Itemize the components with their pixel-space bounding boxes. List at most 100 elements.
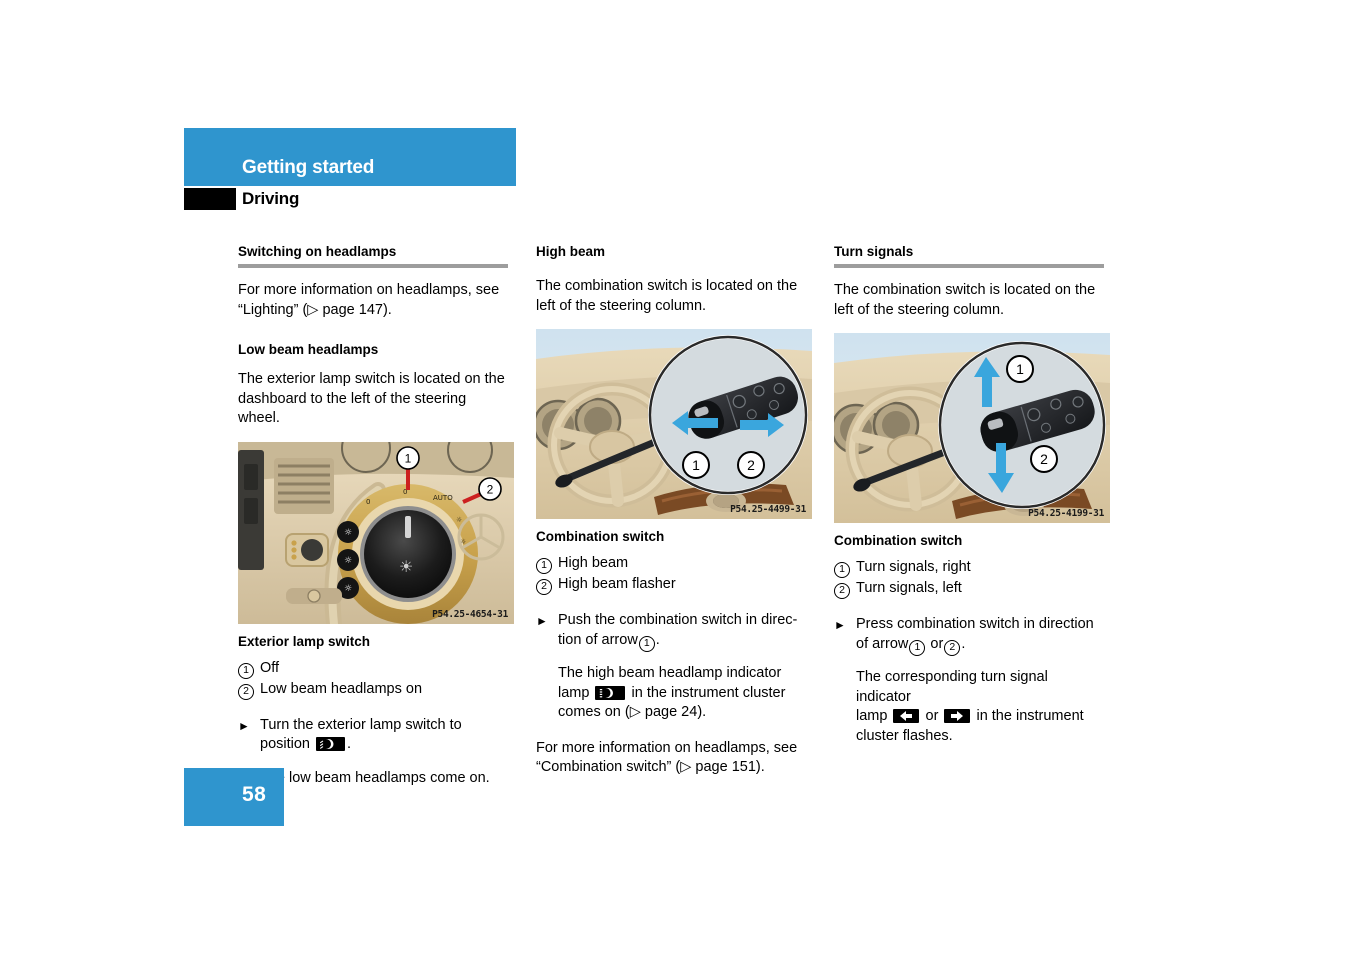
result-line3: in the instrument cluster (631, 684, 786, 701)
legend-label: High beam (558, 555, 629, 572)
heading-rule (834, 264, 1104, 269)
result-or-label: or (925, 708, 939, 725)
figure-combination-switch-high-beam: 1 2 P54.25-4499-31 (536, 329, 812, 520)
combination-switch-high-beam-illustration: 1 2 (536, 329, 812, 520)
action-text: Turn the exterior lamp switch to positio… (260, 716, 508, 755)
combination-switch-turn-signals-illustration: 1 2 (834, 333, 1110, 524)
middle-closing-paragraph: For more information on headlamps, see “… (536, 739, 798, 776)
action-label-line1: Push the combination switch in direc- (558, 612, 798, 629)
svg-text:1: 1 (405, 451, 412, 465)
legend-item: 1 High beam (536, 553, 806, 575)
page-number-band (184, 768, 284, 826)
action-bullet-triangle-icon: ► (238, 718, 250, 733)
action-text: Press combination switch in direction of… (856, 615, 1094, 656)
action-bullet-triangle-icon: ► (834, 618, 846, 633)
legend-item: 2 Turn signals, left (834, 578, 1104, 600)
legend-item: 2 Low beam headlamps on (238, 679, 508, 700)
legend-number: 2 (834, 583, 850, 600)
svg-text:☼: ☼ (456, 516, 462, 524)
legend-label: Off (260, 659, 280, 676)
figure-code: P54.25-4199-31 (1028, 508, 1104, 520)
action-label: Turn the exterior lamp switch to positio… (260, 716, 462, 753)
action-arrow-number: 1 (638, 635, 655, 652)
action-text: Push the combination switch in direc- ti… (558, 611, 798, 652)
action-bullet-triangle-icon: ► (536, 614, 548, 629)
svg-text:☼: ☼ (344, 584, 352, 594)
legend-number: 2 (238, 683, 254, 700)
figure-exterior-lamp-switch: 0 0 AUTO ☼ ☼ ☀ ☼ ☼ ☼ 1 2 P54.25-4654-31 (238, 441, 514, 624)
middle-legend-list: 1 High beam 2 High beam flasher (536, 553, 806, 596)
section-title: Driving (242, 189, 300, 208)
heading-rule (238, 264, 508, 269)
turn-signal-left-icon (893, 709, 920, 724)
left-subheading-paragraph: The exterior lamp switch is located on t… (238, 371, 505, 427)
result-line3: in the instrument (976, 708, 1084, 725)
left-action-step: ► Turn the exterior lamp switch to posit… (238, 716, 508, 755)
svg-text:1: 1 (1016, 361, 1024, 377)
column-right: Turn signals The combination switch is l… (834, 244, 1110, 788)
left-legend-list: 1 Off 2 Low beam headlamps on (238, 658, 508, 700)
figure-combination-switch-turn-signals: 1 2 P54.25-4199-31 (834, 333, 1110, 524)
page-title: Getting started (242, 157, 375, 178)
svg-text:☼: ☼ (344, 528, 352, 538)
action-label-line1: Press combination switch in direction (856, 616, 1094, 633)
svg-text:2: 2 (747, 457, 755, 473)
legend-label: Turn signals, right (856, 559, 971, 576)
legend-number: 1 (834, 562, 850, 579)
legend-item: 1 Off (238, 658, 508, 679)
left-heading: Switching on headlamps (238, 244, 397, 259)
legend-number: 1 (536, 558, 552, 575)
left-intro-paragraph: For more information on headlamps, see “… (238, 282, 500, 318)
left-figure-caption: Exterior lamp switch (238, 633, 371, 649)
turn-signal-right-icon (944, 709, 971, 724)
content-columns: Switching on headlamps For more informat… (238, 244, 1110, 788)
result-line2: lamp (856, 708, 888, 725)
figure-code: P54.25-4654-31 (432, 608, 508, 620)
svg-text:2: 2 (487, 482, 494, 496)
column-left: Switching on headlamps For more informat… (238, 244, 514, 788)
middle-action-result: The high beam headlamp indicator lamp in… (558, 664, 806, 723)
right-legend-list: 1 Turn signals, right 2 Turn signals, le… (834, 557, 1104, 600)
right-figure-caption: Combination switch (834, 533, 963, 549)
right-action-step: ► Press combination switch in direction … (834, 615, 1104, 656)
middle-action-step: ► Push the combination switch in direc- … (536, 611, 806, 652)
action-suffix: . (347, 736, 352, 753)
right-heading: Turn signals (834, 244, 914, 259)
low-beam-headlamp-icon (316, 737, 346, 752)
figure-code: P54.25-4499-31 (730, 504, 806, 516)
right-intro-paragraph: The combination switch is located on the… (834, 282, 1096, 318)
svg-text:1: 1 (692, 457, 700, 473)
left-subheading: Low beam headlamps (238, 342, 379, 358)
result-line4: cluster flashes. (856, 727, 953, 744)
middle-heading: High beam (536, 244, 606, 259)
legend-number: 1 (238, 662, 254, 679)
svg-text:☀: ☀ (399, 557, 413, 576)
left-action-result: The low beam headlamps come on. (260, 769, 490, 786)
legend-item: 1 Turn signals, right (834, 557, 1104, 579)
action-suffix: . (655, 631, 660, 648)
action-or-label: or (930, 635, 944, 652)
svg-text:AUTO: AUTO (433, 494, 453, 502)
result-line4: comes on (▷ page 24). (558, 704, 707, 721)
high-beam-indicator-icon (595, 685, 626, 700)
legend-label: Turn signals, left (856, 580, 962, 597)
exterior-lamp-switch-illustration: 0 0 AUTO ☼ ☼ ☀ ☼ ☼ ☼ 1 2 (238, 441, 514, 624)
legend-item: 2 High beam flasher (536, 574, 806, 596)
legend-label: Low beam headlamps on (260, 680, 423, 697)
middle-figure-caption: Combination switch (536, 529, 665, 545)
middle-intro-paragraph: The combination switch is located on the… (536, 278, 798, 314)
result-line1: The corresponding turn signal indicator (856, 669, 1048, 705)
right-action-result: The corresponding turn signal indicator … (856, 668, 1104, 746)
action-arrow-number-2: 2 (944, 639, 961, 656)
legend-number: 2 (536, 579, 552, 596)
result-line1: The high beam headlamp indicator (558, 665, 782, 682)
action-label-line2: tion of arrow (558, 631, 638, 648)
action-suffix: . (961, 635, 966, 652)
legend-label: High beam flasher (558, 576, 676, 593)
column-middle: High beam The combination switch is loca… (536, 244, 812, 788)
svg-text:0: 0 (366, 498, 370, 506)
result-line2: lamp (558, 684, 590, 701)
action-arrow-number-1: 1 (909, 639, 926, 656)
action-label-line2: of arrow (856, 635, 909, 652)
svg-text:2: 2 (1040, 451, 1048, 467)
